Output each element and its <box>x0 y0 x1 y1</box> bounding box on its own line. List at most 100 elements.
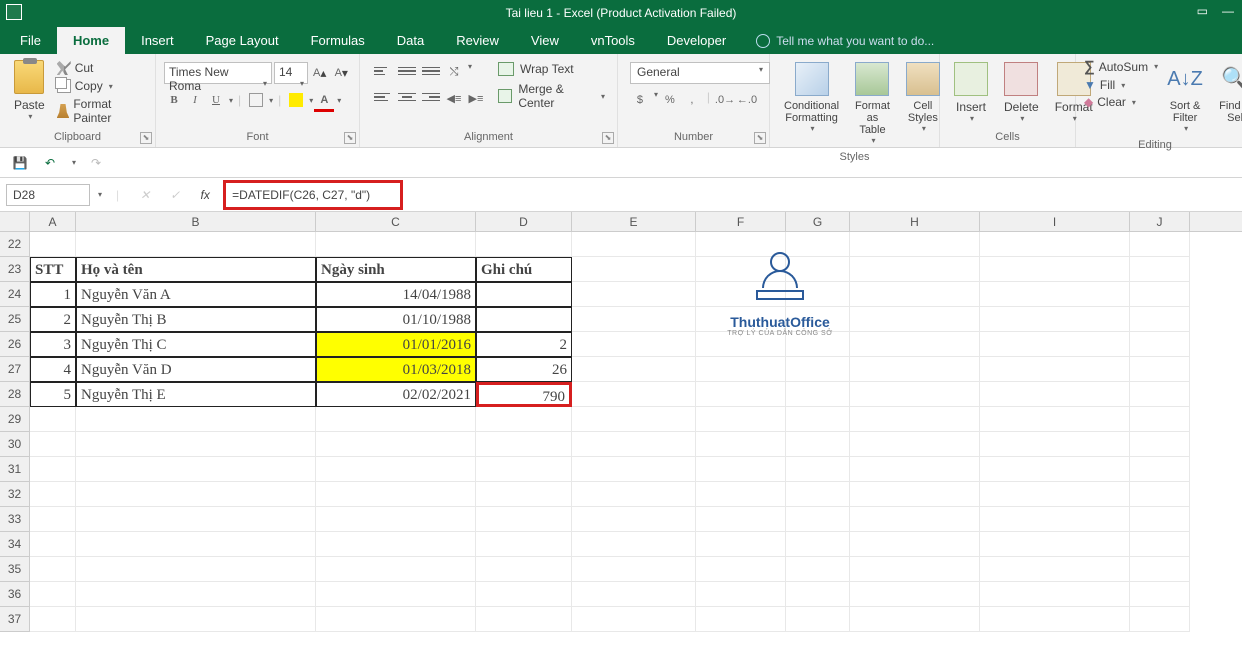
row-header[interactable]: 31 <box>0 457 30 482</box>
cell[interactable] <box>980 257 1130 282</box>
cell[interactable] <box>572 457 696 482</box>
cell[interactable] <box>850 232 980 257</box>
row-header[interactable]: 28 <box>0 382 30 407</box>
cell[interactable] <box>696 432 786 457</box>
cell[interactable] <box>30 232 76 257</box>
cell[interactable] <box>696 407 786 432</box>
tell-me-search[interactable]: Tell me what you want to do... <box>750 28 940 54</box>
formula-input[interactable] <box>232 188 394 202</box>
number-format-select[interactable]: General▾ <box>630 62 770 84</box>
cell[interactable] <box>1130 282 1190 307</box>
cell[interactable] <box>786 357 850 382</box>
cell[interactable] <box>476 432 572 457</box>
cell[interactable] <box>980 357 1130 382</box>
cell[interactable] <box>476 582 572 607</box>
autosum-button[interactable]: ∑AutoSum▾ <box>1084 58 1158 75</box>
select-all-corner[interactable] <box>0 212 30 231</box>
cell[interactable] <box>76 582 316 607</box>
cell[interactable]: 5 <box>30 382 76 407</box>
font-size-select[interactable]: 14▾ <box>274 62 308 84</box>
cell[interactable] <box>786 407 850 432</box>
align-left-button[interactable] <box>372 88 394 106</box>
cell[interactable] <box>316 407 476 432</box>
row-header[interactable]: 24 <box>0 282 30 307</box>
cell-header-dob[interactable]: Ngày sinh <box>316 257 476 282</box>
tab-developer[interactable]: Developer <box>651 27 742 54</box>
format-painter-button[interactable]: Format Painter <box>55 96 147 126</box>
cell[interactable] <box>476 407 572 432</box>
cell[interactable] <box>1130 432 1190 457</box>
font-color-button[interactable]: A <box>314 90 334 110</box>
tab-insert[interactable]: Insert <box>125 27 190 54</box>
cell[interactable] <box>980 432 1130 457</box>
cell[interactable] <box>850 582 980 607</box>
cell-header-stt[interactable]: STT <box>30 257 76 282</box>
cell[interactable] <box>76 232 316 257</box>
decrease-decimal-button[interactable]: ←.0 <box>737 90 757 110</box>
tab-formulas[interactable]: Formulas <box>295 27 381 54</box>
format-as-table-button[interactable]: Format as Table▾ <box>849 58 896 149</box>
cell[interactable] <box>786 607 850 632</box>
copy-button[interactable]: Copy▾ <box>55 78 147 94</box>
cell[interactable] <box>696 357 786 382</box>
cell[interactable] <box>980 332 1130 357</box>
cell[interactable] <box>1130 382 1190 407</box>
cell[interactable] <box>786 432 850 457</box>
align-top-button[interactable] <box>372 62 394 80</box>
cell[interactable] <box>76 407 316 432</box>
cell[interactable] <box>572 507 696 532</box>
row-header[interactable]: 36 <box>0 582 30 607</box>
cell[interactable] <box>696 607 786 632</box>
cell[interactable] <box>76 607 316 632</box>
cell[interactable] <box>1130 507 1190 532</box>
cell[interactable] <box>696 507 786 532</box>
font-name-select[interactable]: Times New Roma▾ <box>164 62 272 84</box>
merge-center-button[interactable]: Merge & Center▾ <box>498 82 605 110</box>
cell[interactable] <box>980 507 1130 532</box>
cell[interactable] <box>850 607 980 632</box>
cell[interactable] <box>76 557 316 582</box>
cell[interactable] <box>850 432 980 457</box>
cell[interactable] <box>696 482 786 507</box>
cell[interactable] <box>1130 257 1190 282</box>
name-box-dropdown[interactable]: ▾ <box>98 190 102 199</box>
worksheet[interactable]: A B C D E F G H I J 22 23STTHọ và tênNgà… <box>0 212 1242 632</box>
cell[interactable] <box>1130 307 1190 332</box>
cell[interactable] <box>1130 357 1190 382</box>
cell[interactable] <box>1130 607 1190 632</box>
align-center-button[interactable] <box>396 88 418 106</box>
cell[interactable]: 2 <box>30 307 76 332</box>
cell[interactable] <box>572 407 696 432</box>
row-header[interactable]: 23 <box>0 257 30 282</box>
cell-header-note[interactable]: Ghi chú <box>476 257 572 282</box>
cell[interactable] <box>980 407 1130 432</box>
cell[interactable] <box>572 232 696 257</box>
cell[interactable] <box>76 432 316 457</box>
cell[interactable]: 02/02/2021 <box>316 382 476 407</box>
cell[interactable] <box>850 507 980 532</box>
align-bottom-button[interactable] <box>420 62 442 80</box>
cell[interactable] <box>316 507 476 532</box>
cell[interactable] <box>1130 532 1190 557</box>
cell[interactable] <box>1130 407 1190 432</box>
align-middle-button[interactable] <box>396 62 418 80</box>
find-select-button[interactable]: 🔍Find & Sel <box>1212 58 1242 128</box>
insert-function-button[interactable]: fx <box>193 184 217 206</box>
align-right-button[interactable] <box>420 88 442 106</box>
fill-button[interactable]: ▼Fill▾ <box>1084 78 1158 92</box>
cell[interactable] <box>980 532 1130 557</box>
row-header[interactable]: 25 <box>0 307 30 332</box>
col-header-A[interactable]: A <box>30 212 76 231</box>
row-header[interactable]: 26 <box>0 332 30 357</box>
cell-styles-button[interactable]: Cell Styles▾ <box>900 58 946 137</box>
cell[interactable] <box>850 282 980 307</box>
underline-button[interactable]: U <box>206 90 226 110</box>
tab-review[interactable]: Review <box>440 27 515 54</box>
cell[interactable] <box>850 407 980 432</box>
cell[interactable] <box>786 557 850 582</box>
cell[interactable] <box>572 607 696 632</box>
paste-button[interactable]: Paste ▾ <box>8 58 51 123</box>
cell[interactable] <box>476 532 572 557</box>
bold-button[interactable]: B <box>164 90 184 110</box>
row-header[interactable]: 32 <box>0 482 30 507</box>
